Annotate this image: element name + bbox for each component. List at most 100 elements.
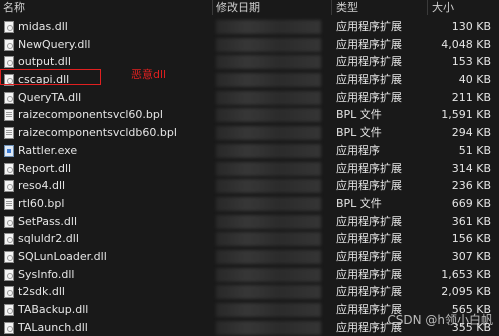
file-size: 361 KB bbox=[451, 214, 491, 228]
dll-file-icon bbox=[4, 21, 14, 33]
dll-file-icon bbox=[4, 56, 14, 69]
column-divider[interactable] bbox=[331, 0, 332, 15]
dll-file-icon bbox=[4, 215, 14, 228]
dll-file-icon bbox=[4, 268, 14, 281]
column-divider[interactable] bbox=[212, 0, 213, 15]
file-size: 156 KB bbox=[451, 232, 491, 246]
dll-file-icon bbox=[4, 180, 14, 193]
redacted-date bbox=[216, 20, 321, 34]
redacted-date bbox=[216, 73, 321, 88]
file-size: 130 KB bbox=[451, 20, 491, 33]
redacted-date bbox=[216, 285, 321, 300]
redacted-date bbox=[216, 214, 321, 229]
file-size: 51 KB bbox=[458, 143, 491, 157]
file-type: BPL 文件 bbox=[336, 108, 382, 122]
redacted-date bbox=[216, 108, 321, 123]
file-row[interactable]: midas.dll 应用程序扩展 130 KB bbox=[0, 18, 499, 36]
column-size-header[interactable]: 大小 bbox=[432, 0, 454, 15]
file-size: 1,591 KB bbox=[441, 108, 491, 122]
file-row[interactable]: SysInfo.dll 应用程序扩展 1,653 KB bbox=[0, 266, 499, 284]
redacted-date bbox=[216, 320, 321, 335]
column-divider[interactable] bbox=[427, 0, 428, 15]
file-row[interactable]: rtl60.bpl BPL 文件 669 KB bbox=[0, 195, 499, 213]
file-name: reso4.dll bbox=[18, 179, 66, 193]
file-name: NewQuery.dll bbox=[18, 37, 91, 51]
redacted-date bbox=[216, 179, 321, 194]
redacted-date bbox=[216, 90, 321, 105]
file-row[interactable]: SetPass.dll 应用程序扩展 361 KB bbox=[0, 213, 499, 231]
file-type: 应用程序扩展 bbox=[336, 214, 402, 228]
exe-file-icon bbox=[4, 144, 14, 157]
redacted-date bbox=[216, 126, 321, 141]
dll-file-icon bbox=[4, 162, 14, 175]
file-size: 314 KB bbox=[451, 161, 491, 175]
file-size: 669 KB bbox=[451, 196, 491, 210]
file-size: 40 KB bbox=[458, 73, 491, 87]
file-row[interactable]: reso4.dll 应用程序扩展 236 KB bbox=[0, 177, 499, 195]
file-name: SysInfo.dll bbox=[18, 267, 75, 281]
bpl-file-icon bbox=[4, 197, 14, 210]
highlight-box bbox=[0, 69, 101, 85]
file-row[interactable]: Report.dll 应用程序扩展 314 KB bbox=[0, 160, 499, 178]
file-row[interactable]: raizecomponentsvcldb60.bpl BPL 文件 294 KB bbox=[0, 124, 499, 142]
file-row[interactable]: raizecomponentsvcl60.bpl BPL 文件 1,591 KB bbox=[0, 106, 499, 124]
column-date-header[interactable]: 修改日期 bbox=[216, 0, 260, 15]
file-type: BPL 文件 bbox=[336, 126, 382, 140]
file-size: 4,048 KB bbox=[441, 37, 491, 51]
file-type: 应用程序扩展 bbox=[336, 55, 402, 69]
file-name: rtl60.bpl bbox=[18, 196, 65, 210]
file-name: sqluldr2.dll bbox=[18, 232, 79, 246]
file-size: 307 KB bbox=[451, 249, 491, 263]
file-row[interactable]: sqluldr2.dll 应用程序扩展 156 KB bbox=[0, 230, 499, 248]
file-type: 应用程序扩展 bbox=[336, 20, 402, 33]
redacted-date bbox=[216, 143, 321, 158]
file-type: 应用程序扩展 bbox=[336, 179, 402, 193]
file-row[interactable]: QueryTA.dll 应用程序扩展 211 KB bbox=[0, 89, 499, 107]
file-size: 1,653 KB bbox=[441, 267, 491, 281]
file-size: 294 KB bbox=[451, 126, 491, 140]
dll-file-icon bbox=[4, 91, 14, 104]
file-type: 应用程序扩展 bbox=[336, 73, 402, 87]
redacted-date bbox=[216, 37, 321, 52]
file-type: 应用程序扩展 bbox=[336, 249, 402, 263]
file-type: 应用程序 bbox=[336, 143, 380, 157]
column-name-header[interactable]: 名称 bbox=[3, 0, 25, 15]
redacted-date bbox=[216, 267, 321, 282]
file-name: TABackup.dll bbox=[18, 303, 89, 316]
dll-file-icon bbox=[4, 38, 14, 51]
file-row[interactable]: t2sdk.dll 应用程序扩展 2,095 KB bbox=[0, 283, 499, 301]
file-type: 应用程序扩展 bbox=[336, 161, 402, 175]
file-type: 应用程序扩展 bbox=[336, 232, 402, 246]
dll-file-icon bbox=[4, 250, 14, 263]
file-name: Rattler.exe bbox=[18, 143, 78, 157]
watermark: CSDN @h领小白帆 bbox=[387, 313, 493, 327]
file-name: Report.dll bbox=[18, 161, 72, 175]
bpl-file-icon bbox=[4, 127, 14, 140]
file-type: BPL 文件 bbox=[336, 196, 382, 210]
column-type-header[interactable]: 类型 bbox=[336, 0, 358, 15]
file-name: t2sdk.dll bbox=[18, 285, 65, 299]
file-size: 236 KB bbox=[451, 179, 491, 193]
dll-file-icon bbox=[4, 233, 14, 246]
file-row[interactable]: Rattler.exe 应用程序 51 KB bbox=[0, 142, 499, 160]
file-name: raizecomponentsvcl60.bpl bbox=[18, 108, 163, 122]
bpl-file-icon bbox=[4, 109, 14, 122]
file-size: 2,095 KB bbox=[441, 285, 491, 299]
redacted-date bbox=[216, 161, 321, 176]
redacted-date bbox=[216, 196, 321, 211]
file-type: 应用程序扩展 bbox=[336, 90, 402, 104]
file-name: raizecomponentsvcldb60.bpl bbox=[18, 126, 177, 140]
file-list: midas.dll 应用程序扩展 130 KB NewQuery.dll 应用程序扩展 4… bbox=[0, 18, 499, 336]
file-row[interactable]: SQLunLoader.dll 应用程序扩展 307 KB bbox=[0, 248, 499, 266]
annotation-label: 恶意dll bbox=[131, 68, 167, 81]
dll-file-icon bbox=[4, 286, 14, 299]
file-size: 153 KB bbox=[451, 55, 491, 69]
file-type: 应用程序扩展 bbox=[336, 37, 402, 51]
file-name: SetPass.dll bbox=[18, 214, 77, 228]
file-type: 应用程序扩展 bbox=[336, 285, 402, 299]
dll-file-icon bbox=[4, 304, 14, 316]
redacted-date bbox=[216, 232, 321, 247]
redacted-date bbox=[216, 303, 321, 317]
file-name: TALaunch.dll bbox=[18, 320, 88, 334]
file-row[interactable]: NewQuery.dll 应用程序扩展 4,048 KB bbox=[0, 36, 499, 54]
